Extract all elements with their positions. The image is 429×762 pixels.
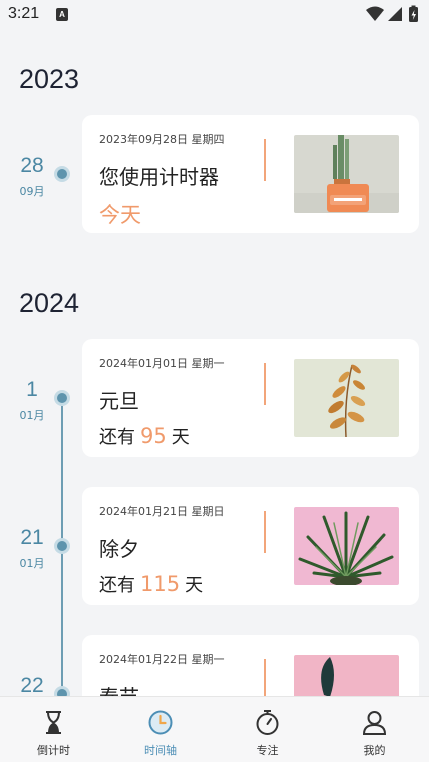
- card-divider: [264, 363, 266, 405]
- timeline-scroll[interactable]: 2023 28 09月 2023年09月28日 星期四 您使用计时器 今天 20…: [0, 30, 429, 696]
- nav-focus[interactable]: 专注: [214, 697, 321, 762]
- event-image: [294, 655, 399, 696]
- wifi-icon: [366, 6, 384, 21]
- countdown-prefix: 还有: [99, 575, 135, 596]
- year-heading: 2023: [19, 64, 80, 94]
- event-image: [294, 135, 399, 213]
- timeline-dot: [54, 390, 70, 406]
- notification-icon: A: [56, 8, 68, 21]
- event-day: 22: [20, 674, 44, 696]
- countdown-days: 95: [140, 424, 167, 448]
- card-divider: [264, 659, 266, 696]
- nav-countdown[interactable]: 倒计时: [0, 697, 107, 762]
- nav-profile[interactable]: 我的: [321, 697, 428, 762]
- user-icon: [362, 711, 387, 735]
- status-bar: 3:21 A: [0, 0, 429, 30]
- event-card[interactable]: 2024年01月21日 星期日 除夕 还有 115 天: [82, 487, 419, 605]
- timeline-dot: [54, 166, 70, 182]
- timeline-dot: [54, 686, 70, 696]
- clock-icon: [148, 710, 173, 735]
- nav-label: 倒计时: [37, 744, 70, 757]
- stopwatch-icon: [256, 710, 279, 735]
- event-image: [294, 507, 399, 585]
- event-full-date: 2024年01月21日 星期日: [99, 505, 225, 518]
- countdown-days: 115: [140, 572, 181, 596]
- card-divider: [264, 511, 266, 553]
- battery-icon: [409, 5, 418, 22]
- signal-icon: [388, 7, 402, 21]
- status-icons: [365, 5, 423, 23]
- event-status-today: 今天: [99, 203, 141, 227]
- nav-label: 我的: [363, 744, 386, 757]
- countdown-prefix: 还有: [99, 427, 135, 448]
- event-countdown: 还有 115 天: [99, 571, 203, 597]
- event-title: 春节: [99, 681, 139, 696]
- year-heading: 2024: [19, 288, 80, 318]
- event-day: 21: [20, 526, 44, 549]
- event-month: 01月: [19, 409, 45, 422]
- event-full-date: 2024年01月01日 星期一: [99, 357, 225, 370]
- event-full-date: 2023年09月28日 星期四: [99, 133, 225, 146]
- event-card[interactable]: 2024年01月22日 星期一 春节: [82, 635, 419, 696]
- timeline-dot: [54, 538, 70, 554]
- event-full-date: 2024年01月22日 星期一: [99, 653, 225, 666]
- event-day: 28: [20, 154, 44, 177]
- event-countdown: 还有 95 天: [99, 423, 190, 449]
- event-month: 01月: [19, 557, 45, 570]
- nav-label: 专注: [256, 744, 279, 757]
- event-card[interactable]: 2024年01月01日 星期一 元旦 还有 95 天: [82, 339, 419, 457]
- event-title: 除夕: [99, 537, 139, 561]
- card-divider: [264, 139, 266, 181]
- hourglass-icon: [46, 711, 61, 734]
- event-image: [294, 359, 399, 437]
- countdown-suffix: 天: [171, 427, 190, 448]
- event-title: 元旦: [99, 389, 139, 413]
- nav-timeline[interactable]: 时间轴: [107, 697, 214, 762]
- event-card[interactable]: 2023年09月28日 星期四 您使用计时器 今天: [82, 115, 419, 233]
- event-day: 1: [26, 378, 38, 401]
- event-title: 您使用计时器: [99, 165, 219, 189]
- event-month: 09月: [19, 185, 45, 198]
- bottom-navigation: 倒计时 时间轴 专注 我的: [0, 696, 429, 762]
- nav-label: 时间轴: [144, 744, 177, 757]
- countdown-suffix: 天: [185, 575, 204, 596]
- status-time: 3:21: [8, 5, 40, 22]
